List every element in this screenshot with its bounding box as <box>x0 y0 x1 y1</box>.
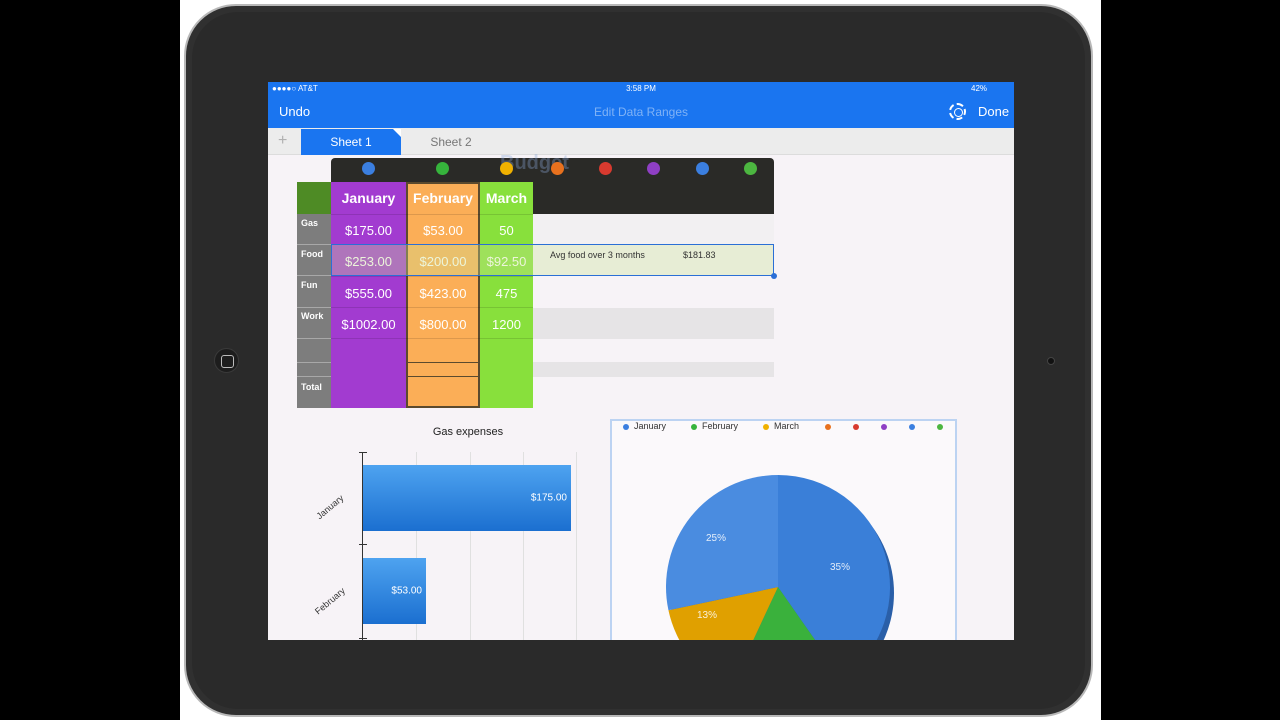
series-color-dot[interactable] <box>436 162 449 175</box>
bar-value-label: $53.00 <box>391 585 422 597</box>
legend-entry: January <box>623 421 666 431</box>
battery-label: 42% <box>971 84 988 93</box>
series-color-dot[interactable] <box>500 162 513 175</box>
series-color-dot[interactable] <box>647 162 660 175</box>
selected-range-food[interactable] <box>331 244 774 276</box>
cell-work-mar[interactable]: 1200 <box>480 317 533 332</box>
bar-january[interactable]: $175.00 <box>363 465 571 531</box>
row-label-fun[interactable]: Fun <box>301 280 318 290</box>
bar-category-february: February <box>312 585 348 617</box>
legend-entry <box>909 421 920 431</box>
cell-work-feb[interactable]: $800.00 <box>406 317 480 332</box>
tab-sheet-2[interactable]: Sheet 2 <box>411 129 491 155</box>
pie-label-13: 13% <box>697 610 718 621</box>
legend-entry <box>853 421 864 431</box>
cell-gas-mar[interactable]: 50 <box>480 223 533 238</box>
row-header-column: Gas Food Fun Work Total <box>297 182 331 408</box>
legend-entry <box>937 421 948 431</box>
add-sheet-button[interactable]: + <box>278 132 287 150</box>
selection-handle[interactable] <box>771 273 777 279</box>
bar-chart[interactable]: $175.00 $53.00 <box>359 452 577 640</box>
series-color-dot[interactable] <box>599 162 612 175</box>
pie-label-35: 35% <box>830 562 851 573</box>
pie-label-25: 25% <box>706 533 727 544</box>
nav-title: Edit Data Ranges <box>593 105 689 119</box>
status-bar: ●●●●○ AT&T 3:58 PM 42% <box>268 82 1014 96</box>
cell-gas-jan[interactable]: $175.00 <box>331 223 406 238</box>
bar-category-january: January <box>314 492 346 522</box>
series-color-dot[interactable] <box>744 162 757 175</box>
row-label-food[interactable]: Food <box>301 249 323 259</box>
series-color-dot[interactable] <box>696 162 709 175</box>
done-button[interactable]: Done <box>978 104 1009 119</box>
cell-fun-jan[interactable]: $555.00 <box>331 286 406 301</box>
bar-chart-title: Gas expenses <box>432 426 504 438</box>
clock: 3:58 PM <box>626 84 656 93</box>
bar-february[interactable]: $53.00 <box>363 558 426 624</box>
header-january[interactable]: January <box>331 184 406 212</box>
cell-fun-mar[interactable]: 475 <box>480 286 533 301</box>
series-color-dot[interactable] <box>362 162 375 175</box>
header-march[interactable]: March <box>480 184 533 212</box>
tab-sheet-1[interactable]: Sheet 1 <box>301 129 401 155</box>
screen: ●●●●○ AT&T 3:58 PM 42% Undo Edit Data Ra… <box>268 82 1014 640</box>
legend-entry: February <box>691 421 738 431</box>
header-february[interactable]: February <box>406 184 480 212</box>
legend-entry <box>881 421 892 431</box>
cell-work-jan[interactable]: $1002.00 <box>331 317 406 332</box>
gear-icon[interactable] <box>949 103 966 120</box>
camera-icon <box>1047 357 1055 365</box>
row-label-work[interactable]: Work <box>301 311 323 321</box>
avg-food-value[interactable]: $181.83 <box>683 250 716 260</box>
bar-value-label: $175.00 <box>530 492 567 504</box>
home-button[interactable] <box>214 348 239 373</box>
cell-gas-feb[interactable]: $53.00 <box>406 223 480 238</box>
nav-bar: Undo Edit Data Ranges Done <box>268 96 1014 128</box>
sheet-tab-bar: + Sheet 1 Sheet 2 <box>268 128 1014 155</box>
corner-cell <box>297 182 331 214</box>
legend-entry <box>825 421 836 431</box>
cell-fun-feb[interactable]: $423.00 <box>406 286 480 301</box>
avg-food-label[interactable]: Avg food over 3 months <box>550 250 645 260</box>
series-color-dot[interactable] <box>551 162 564 175</box>
row-label-total[interactable]: Total <box>301 382 322 392</box>
row-label-gas[interactable]: Gas <box>301 218 318 228</box>
legend-entry: March <box>763 421 799 431</box>
